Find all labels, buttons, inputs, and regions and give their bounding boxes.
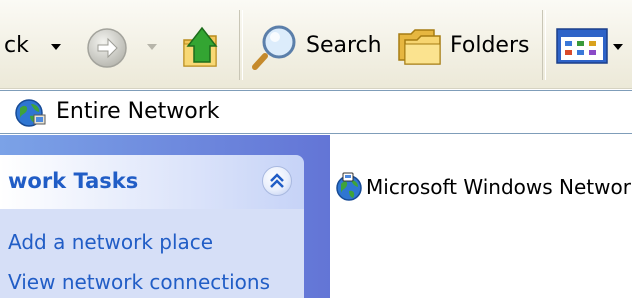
search-button-label[interactable]: Search: [306, 33, 382, 58]
network-tasks-header[interactable]: work Tasks: [0, 155, 304, 209]
globe-icon: [14, 98, 46, 128]
views-dropdown-chevron-down-icon[interactable]: [613, 44, 623, 50]
add-network-place-link[interactable]: Add a network place: [8, 230, 213, 254]
forward-arrow-icon[interactable]: [86, 27, 128, 69]
toolbar-separator: [239, 10, 243, 80]
forward-dropdown-chevron-down-icon[interactable]: [147, 44, 157, 50]
address-bar[interactable]: Entire Network: [0, 90, 632, 134]
double-chevron-up-icon: [270, 173, 284, 188]
toolbar-separator: [542, 10, 546, 80]
network-list-item-label[interactable]: Microsoft Windows Network: [366, 175, 632, 199]
views-icon[interactable]: [556, 28, 608, 64]
network-tasks-body: Add a network place View network connect…: [0, 209, 304, 298]
folders-button-label[interactable]: Folders: [450, 33, 529, 58]
back-button-label[interactable]: ck: [4, 33, 29, 58]
search-icon[interactable]: [251, 22, 299, 70]
explorer-window: ck Search Folders Entire Network work Ta…: [0, 0, 632, 298]
view-network-connections-link[interactable]: View network connections: [8, 270, 270, 294]
folders-icon[interactable]: [396, 24, 442, 68]
toolbar: ck Search Folders: [0, 0, 632, 89]
network-globe-icon: [334, 172, 364, 202]
up-folder-icon[interactable]: [180, 22, 224, 70]
address-field-value[interactable]: Entire Network: [56, 99, 220, 124]
back-dropdown-chevron-down-icon[interactable]: [51, 44, 61, 50]
network-tasks-title: work Tasks: [8, 169, 139, 193]
task-pane: work Tasks Add a network place View netw…: [0, 135, 330, 298]
collapse-button[interactable]: [262, 166, 292, 196]
